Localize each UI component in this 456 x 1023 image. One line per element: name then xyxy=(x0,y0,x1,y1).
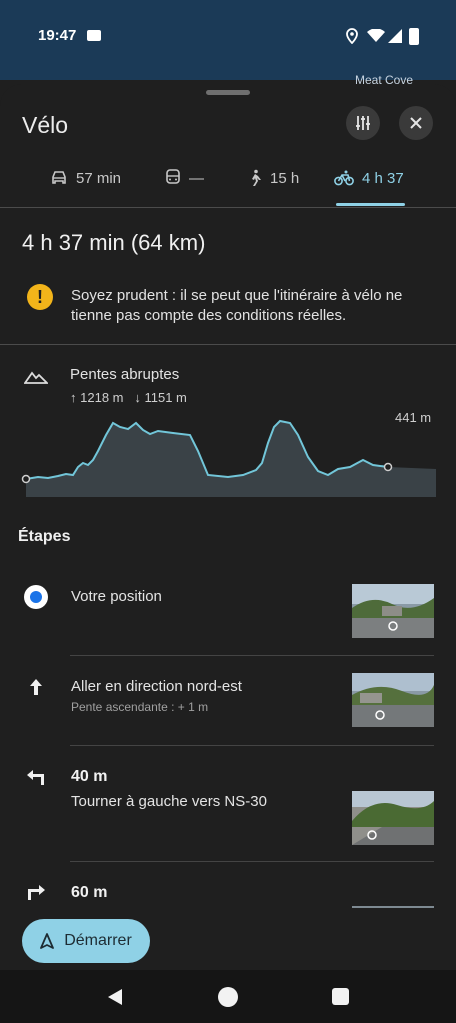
elevation-area xyxy=(26,421,436,497)
home-icon[interactable] xyxy=(218,987,238,1007)
close-button[interactable] xyxy=(399,106,433,140)
page-title: Vélo xyxy=(22,112,69,138)
warning-text: Soyez prudent : il se peut que l'itinéra… xyxy=(71,287,403,324)
message-icon xyxy=(87,30,101,41)
step-distance: 60 m xyxy=(71,884,108,901)
divider xyxy=(0,344,456,345)
tab-bike[interactable]: 4 h 37 xyxy=(334,166,404,190)
street-view-thumbnail[interactable] xyxy=(352,673,434,727)
step-separator xyxy=(70,655,434,656)
tune-icon xyxy=(356,116,370,130)
mountain-icon xyxy=(23,370,50,389)
tab-walk[interactable]: 15 h xyxy=(248,166,299,190)
options-button[interactable] xyxy=(346,106,380,140)
route-summary: 4 h 37 min (64 km) xyxy=(22,230,206,255)
back-icon[interactable] xyxy=(106,987,124,1012)
navigation-icon xyxy=(40,933,55,949)
step-label[interactable]: Votre position xyxy=(71,588,162,605)
step-separator xyxy=(70,745,434,746)
elevation-stats: ↑ 1218 m ↓ 1151 m xyxy=(70,390,187,405)
location-status-icon xyxy=(346,28,358,49)
steps-title: Étapes xyxy=(18,528,71,545)
step-sublabel: Pente ascendante : + 1 m xyxy=(71,700,209,714)
tab-transit[interactable]: — xyxy=(165,166,204,190)
elevation-title: Pentes abruptes xyxy=(70,366,180,383)
battery-icon xyxy=(409,28,419,45)
tab-car[interactable]: 57 min xyxy=(50,166,121,190)
warning-icon: ! xyxy=(27,284,53,310)
divider xyxy=(0,207,456,208)
arrow-up-icon: ↑ xyxy=(70,390,77,405)
turn-right-icon xyxy=(22,878,50,906)
wifi-icon xyxy=(367,28,385,48)
signal-icon xyxy=(388,29,402,48)
step-separator xyxy=(70,861,434,862)
tab-car-label: 57 min xyxy=(76,169,122,187)
tab-bike-label: 4 h 37 xyxy=(362,169,404,187)
drag-handle[interactable] xyxy=(206,90,250,95)
elevation-profile-chart xyxy=(21,419,436,497)
recents-icon[interactable] xyxy=(332,988,349,1005)
status-time: 19:47 xyxy=(38,27,77,44)
street-view-thumbnail[interactable] xyxy=(352,584,434,638)
start-navigation-button[interactable]: Démarrer xyxy=(22,919,150,963)
step-label[interactable]: Tourner à gauche vers NS-30 xyxy=(71,793,267,810)
car-icon xyxy=(52,171,66,184)
tab-transit-label: — xyxy=(189,169,204,187)
elevation-start-point xyxy=(21,474,31,484)
street-view-thumbnail[interactable] xyxy=(352,791,434,845)
active-tab-indicator xyxy=(336,203,405,206)
step-distance: 40 m xyxy=(71,768,108,785)
train-icon xyxy=(166,169,180,184)
elevation-end-point xyxy=(383,462,393,472)
arrow-up-icon xyxy=(22,673,50,701)
close-icon xyxy=(410,117,422,129)
start-button-label: Démarrer xyxy=(64,932,132,949)
step-label[interactable]: Aller en direction nord-est xyxy=(71,678,242,695)
arrow-down-icon: ↓ xyxy=(134,390,141,405)
turn-left-icon xyxy=(22,763,50,791)
bike-icon xyxy=(334,170,354,186)
tab-walk-label: 15 h xyxy=(270,169,300,187)
walk-icon xyxy=(252,169,261,186)
current-location-icon xyxy=(22,583,50,611)
elevation-ascent: 1218 m xyxy=(80,390,124,405)
elevation-descent: 1151 m xyxy=(144,390,187,405)
